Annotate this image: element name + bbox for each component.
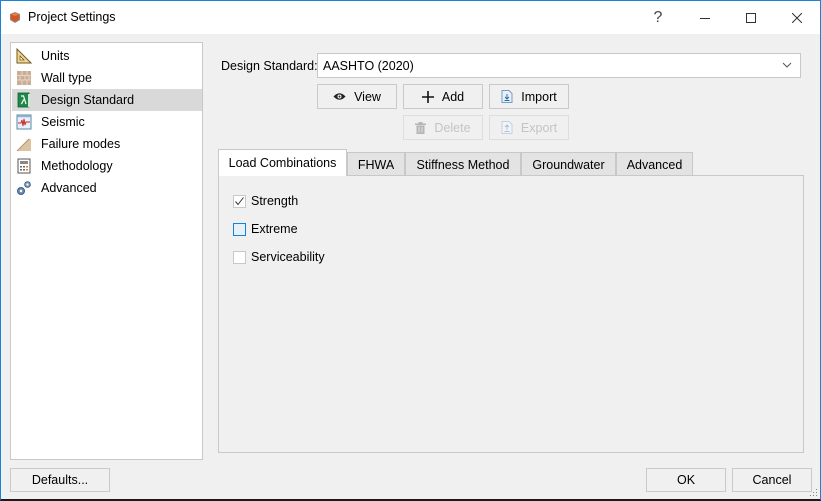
export-file-icon	[501, 121, 513, 134]
tab-label: Advanced	[626, 157, 683, 172]
sidebar-item-failure-modes[interactable]: Failure modes	[12, 133, 202, 155]
checkmark-icon	[235, 196, 244, 205]
lambda-book-icon	[16, 92, 32, 108]
serviceability-label: Serviceability	[251, 250, 325, 264]
extreme-label: Extreme	[251, 222, 298, 236]
help-icon: ?	[653, 8, 663, 26]
tab-label: Groundwater	[532, 157, 605, 172]
brick-wall-icon	[16, 70, 32, 86]
settings-nav-list: Units Wall type Design Standard Seismic …	[10, 42, 203, 460]
close-button[interactable]	[774, 1, 820, 34]
sidebar-item-label: Advanced	[41, 181, 97, 195]
close-icon	[792, 12, 802, 23]
import-file-icon	[501, 90, 513, 103]
view-button-label: View	[354, 89, 381, 104]
sidebar-item-wall-type[interactable]: Wall type	[12, 67, 202, 89]
sidebar-item-label: Wall type	[41, 71, 92, 85]
ok-button-label: OK	[676, 473, 696, 487]
design-standard-value: AASHTO (2020)	[323, 58, 414, 73]
sidebar-item-label: Units	[41, 49, 70, 63]
window-title: Project Settings	[28, 10, 116, 24]
chevron-down-icon	[782, 62, 792, 68]
load-combinations-panel	[218, 175, 804, 453]
serviceability-checkbox-row[interactable]: Serviceability	[233, 249, 325, 265]
tab-label: FHWA	[357, 157, 395, 172]
strength-checkbox-row[interactable]: Strength	[233, 193, 298, 209]
minimize-icon	[700, 17, 710, 19]
resize-grip-icon[interactable]	[810, 489, 818, 497]
eye-icon	[333, 92, 346, 101]
seismograph-icon	[16, 114, 32, 130]
tab-label: Load Combinations	[228, 156, 337, 170]
app-icon	[9, 11, 21, 23]
tab-advanced[interactable]: Advanced	[616, 152, 693, 176]
sidebar-item-label: Seismic	[41, 115, 85, 129]
delete-button-label: Delete	[434, 120, 471, 135]
trash-icon	[415, 121, 427, 134]
sidebar-item-label: Failure modes	[41, 137, 121, 151]
defaults-button-label: Defaults...	[31, 473, 89, 487]
tab-fhwa[interactable]: FHWA	[347, 152, 405, 176]
design-standard-label: Design Standard:	[221, 59, 318, 73]
design-standard-dropdown[interactable]: AASHTO (2020)	[317, 53, 801, 78]
add-button[interactable]: Add	[403, 84, 483, 109]
cancel-button[interactable]: Cancel	[732, 468, 812, 492]
tab-groundwater[interactable]: Groundwater	[521, 152, 616, 176]
help-button[interactable]: ?	[635, 1, 681, 34]
strength-checkbox[interactable]	[233, 194, 246, 208]
maximize-icon	[746, 12, 756, 23]
minimize-button[interactable]	[682, 1, 728, 34]
slope-icon	[16, 136, 32, 152]
sidebar-item-methodology[interactable]: Methodology	[12, 155, 202, 177]
sidebar-item-advanced[interactable]: Advanced	[12, 177, 202, 199]
import-button[interactable]: Import	[489, 84, 569, 109]
cancel-button-label: Cancel	[752, 473, 792, 487]
extreme-checkbox[interactable]	[233, 222, 246, 236]
serviceability-checkbox[interactable]	[233, 250, 246, 264]
tab-stiffness-method[interactable]: Stiffness Method	[405, 152, 521, 176]
sidebar-item-units[interactable]: Units	[12, 45, 202, 67]
delete-button[interactable]: Delete	[403, 115, 483, 140]
defaults-button[interactable]: Defaults...	[10, 468, 110, 492]
title-bar: Project Settings ?	[1, 1, 820, 34]
sidebar-item-label: Design Standard	[41, 93, 135, 107]
strength-label: Strength	[251, 194, 299, 208]
gears-icon	[16, 180, 32, 196]
sidebar-item-label: Methodology	[41, 159, 113, 173]
export-button-label: Export	[520, 120, 558, 135]
view-button[interactable]: View	[317, 84, 397, 109]
sidebar-item-seismic[interactable]: Seismic	[12, 111, 202, 133]
plus-icon	[421, 90, 434, 103]
add-button-label: Add	[441, 89, 465, 104]
sidebar-item-design-standard[interactable]: Design Standard	[12, 89, 202, 111]
export-button[interactable]: Export	[489, 115, 569, 140]
triangle-ruler-icon	[16, 47, 33, 64]
tab-label: Stiffness Method	[416, 157, 510, 172]
ok-button[interactable]: OK	[646, 468, 726, 492]
tab-load-combinations[interactable]: Load Combinations	[218, 149, 347, 176]
calculator-icon	[16, 158, 32, 174]
import-button-label: Import	[521, 89, 557, 104]
maximize-button[interactable]	[728, 1, 774, 34]
extreme-checkbox-row[interactable]: Extreme	[233, 221, 298, 237]
project-settings-dialog: Project Settings ? Units Wall type Desig…	[0, 0, 821, 501]
